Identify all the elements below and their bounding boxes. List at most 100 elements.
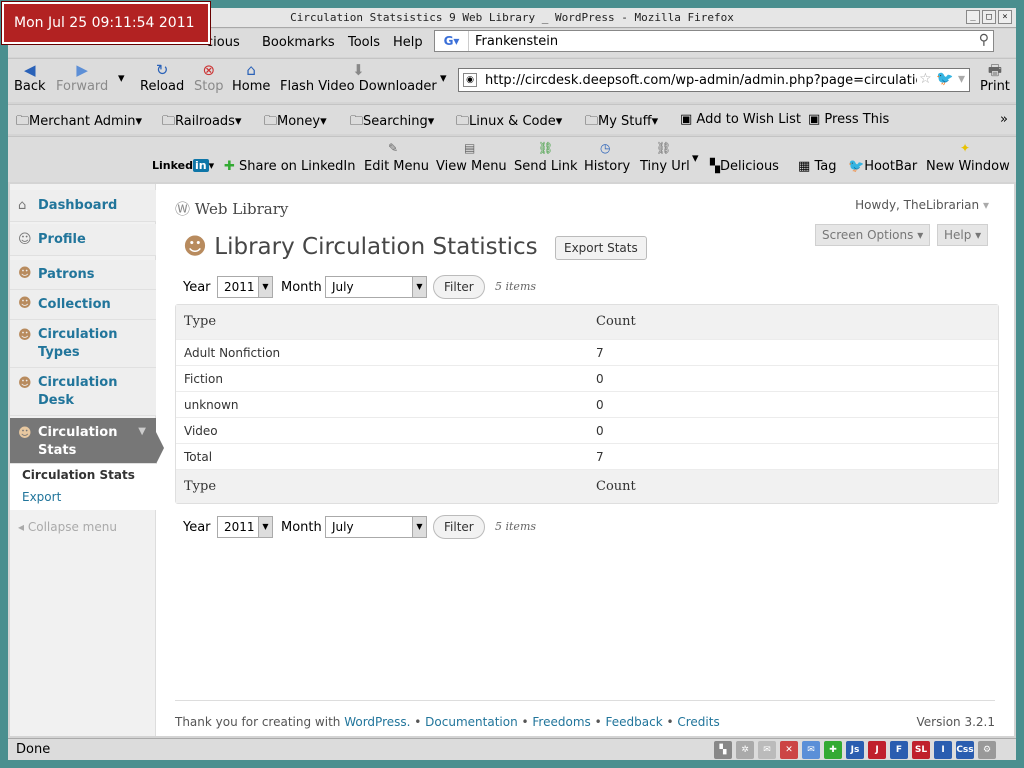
bookmarks-overflow-icon[interactable]: » — [1000, 112, 1008, 127]
menu-help[interactable]: Help — [393, 35, 423, 50]
home-icon: ⌂ — [246, 61, 256, 79]
menu-bookmarks[interactable]: Bookmarks — [262, 35, 335, 50]
tag-button[interactable]: ▦ Tag — [798, 159, 836, 174]
delicious-status-icon[interactable]: ▚ — [714, 741, 732, 759]
month-select[interactable]: July ▼ — [325, 276, 427, 298]
bookmark-press-this[interactable]: ▣ Press This — [808, 112, 889, 127]
linkedin-button[interactable]: Linked in ▾ — [152, 159, 214, 172]
search-icon[interactable]: ⚲ — [979, 32, 989, 48]
bookmark-folder-my-stuff[interactable]: 🗀My Stuff▾ — [585, 112, 658, 134]
tools-status-icon[interactable]: ⚙ — [978, 741, 996, 759]
addon-dropdown-icon[interactable]: ▾ — [692, 151, 699, 166]
collapse-menu-button[interactable]: ◂ Collapse menu — [18, 520, 117, 534]
librarian-icon: ☻ — [18, 426, 32, 441]
bookmark-folder-linux-code[interactable]: 🗀Linux & Code▾ — [456, 112, 562, 134]
back-button[interactable]: ◀ Back — [14, 61, 46, 94]
bookmark-star-icon[interactable]: ☆ 🐦 ▾ — [919, 71, 965, 87]
edit-menu-button[interactable]: Edit Menu — [364, 159, 429, 174]
table-footer: Type Count — [176, 469, 998, 503]
search-input[interactable]: Frankenstein — [475, 34, 558, 49]
addon-puzzle-icon[interactable]: ✚ — [824, 741, 842, 759]
share-linkedin-button[interactable]: ✚ Share on LinkedIn — [224, 159, 356, 174]
filter-button[interactable]: Filter — [433, 515, 485, 539]
view-menu-button[interactable]: View Menu — [436, 159, 507, 174]
print-button[interactable]: 🖶 Print — [980, 61, 1010, 94]
sidebar-item-dashboard[interactable]: ⌂ Dashboard — [10, 190, 156, 222]
forward-button[interactable]: ▶ Forward — [56, 61, 108, 94]
email-status-icon[interactable]: ✉ — [802, 741, 820, 759]
year-value: 2011 — [224, 280, 255, 294]
bookmark-folder-railroads[interactable]: 🗀Railroads▾ — [162, 112, 242, 134]
reload-button[interactable]: ↻ Reload — [140, 61, 184, 94]
js-icon[interactable]: Js — [846, 741, 864, 759]
google-icon[interactable]: G▾ — [435, 31, 469, 51]
tiny-url-button[interactable]: Tiny Url — [640, 159, 690, 174]
item-count: 5 items — [495, 280, 537, 293]
menu-tools[interactable]: Tools — [348, 35, 380, 50]
filter-button[interactable]: Filter — [433, 275, 485, 299]
puzzle-status-icon[interactable]: ✲ — [736, 741, 754, 759]
submenu-toggle-icon[interactable]: ▼ — [138, 426, 146, 437]
maximize-icon[interactable]: □ — [982, 10, 996, 24]
menu-history[interactable]: cious — [206, 35, 240, 50]
footer-link-freedoms[interactable]: Freedoms — [532, 715, 590, 729]
sidebar-item-circulation-types[interactable]: ☻ Circulation Types — [10, 320, 156, 368]
history-button[interactable]: History — [584, 159, 630, 174]
year-select[interactable]: 2011 ▼ — [217, 516, 273, 538]
hootbar-button[interactable]: 🐦HootBar — [848, 159, 917, 174]
url-bar[interactable]: ◉ http://circdesk.deepsoft.com/wp-admin/… — [458, 68, 970, 92]
bookmark-folder-searching[interactable]: 🗀Searching▾ — [350, 112, 434, 134]
cell-type: Fiction — [184, 372, 223, 386]
month-select[interactable]: July ▼ — [325, 516, 427, 538]
flash-icon[interactable]: F — [890, 741, 908, 759]
footer-link-documentation[interactable]: Documentation — [425, 715, 518, 729]
user-menu[interactable]: Howdy, TheLibrarian ▾ — [855, 198, 989, 212]
css-icon[interactable]: Css — [956, 741, 974, 759]
silverlight-icon[interactable]: SL — [912, 741, 930, 759]
help-button[interactable]: Help ▾ — [937, 224, 989, 246]
stop-icon: ⊗ — [202, 61, 216, 79]
tag-label: Tag — [814, 159, 837, 174]
flash-video-button[interactable]: ⬇ Flash Video Downloader — [280, 61, 437, 94]
sidebar-item-circulation-desk[interactable]: ☻ Circulation Desk — [10, 368, 156, 416]
mail-status-icon[interactable]: ✉ — [758, 741, 776, 759]
home-button[interactable]: ⌂ Home — [232, 61, 270, 94]
twitter-icon[interactable]: 🐦 — [936, 71, 953, 87]
sidebar-item-circulation-stats[interactable]: ☻ Circulation Stats ▼ — [10, 418, 164, 464]
history-icon: ◷ — [600, 141, 611, 155]
download-icon: ⬇ — [352, 61, 365, 79]
sidebar-item-patrons[interactable]: ☻ Patrons — [10, 260, 156, 290]
search-box[interactable]: G▾ Frankenstein ⚲ — [434, 30, 994, 52]
sidebar-item-collection[interactable]: ☻ Collection — [10, 290, 156, 320]
delicious-label: Delicious — [720, 159, 779, 174]
flash-dropdown-icon[interactable]: ▾ — [440, 71, 447, 86]
bookmark-folder-money[interactable]: 🗀Money▾ — [264, 112, 327, 134]
site-title[interactable]: Ⓦ Web Library — [175, 198, 288, 219]
minimize-icon[interactable]: _ — [966, 10, 980, 24]
submenu-circulation-stats[interactable]: Circulation Stats — [22, 468, 135, 482]
linkedin-icon: in — [192, 159, 209, 172]
submenu-export[interactable]: Export — [22, 490, 61, 504]
url-input[interactable]: http://circdesk.deepsoft.com/wp-admin/ad… — [485, 73, 917, 88]
screen-options-button[interactable]: Screen Options ▾ — [815, 224, 931, 246]
site-identity-icon[interactable]: ◉ — [463, 73, 477, 87]
history-dropdown-icon[interactable]: ▾ — [118, 71, 125, 86]
bookmark-add-to-wish-list[interactable]: ▣ Add to Wish List — [680, 112, 801, 127]
footer-link-credits[interactable]: Credits — [677, 715, 719, 729]
close-icon[interactable]: × — [998, 10, 1012, 24]
stop-button[interactable]: ⊗ Stop — [194, 61, 224, 94]
java-icon[interactable]: J — [868, 741, 886, 759]
year-select[interactable]: 2011 ▼ — [217, 276, 273, 298]
column-header-count: Count — [596, 314, 636, 329]
footer-link-wordpress[interactable]: WordPress. — [344, 715, 410, 729]
sidebar-item-profile[interactable]: ☺ Profile — [10, 224, 156, 256]
send-link-button[interactable]: Send Link — [514, 159, 578, 174]
bookmark-folder-merchant-admin[interactable]: 🗀Merchant Admin▾ — [16, 112, 142, 134]
cell-count: 0 — [596, 372, 604, 386]
footer-link-feedback[interactable]: Feedback — [606, 715, 663, 729]
delicious-button[interactable]: ▚Delicious — [710, 159, 779, 174]
export-stats-button[interactable]: Export Stats — [555, 236, 647, 260]
images-icon[interactable]: I — [934, 741, 952, 759]
new-window-button[interactable]: New Window — [926, 159, 1010, 174]
download-blocked-icon[interactable]: ✕ — [780, 741, 798, 759]
